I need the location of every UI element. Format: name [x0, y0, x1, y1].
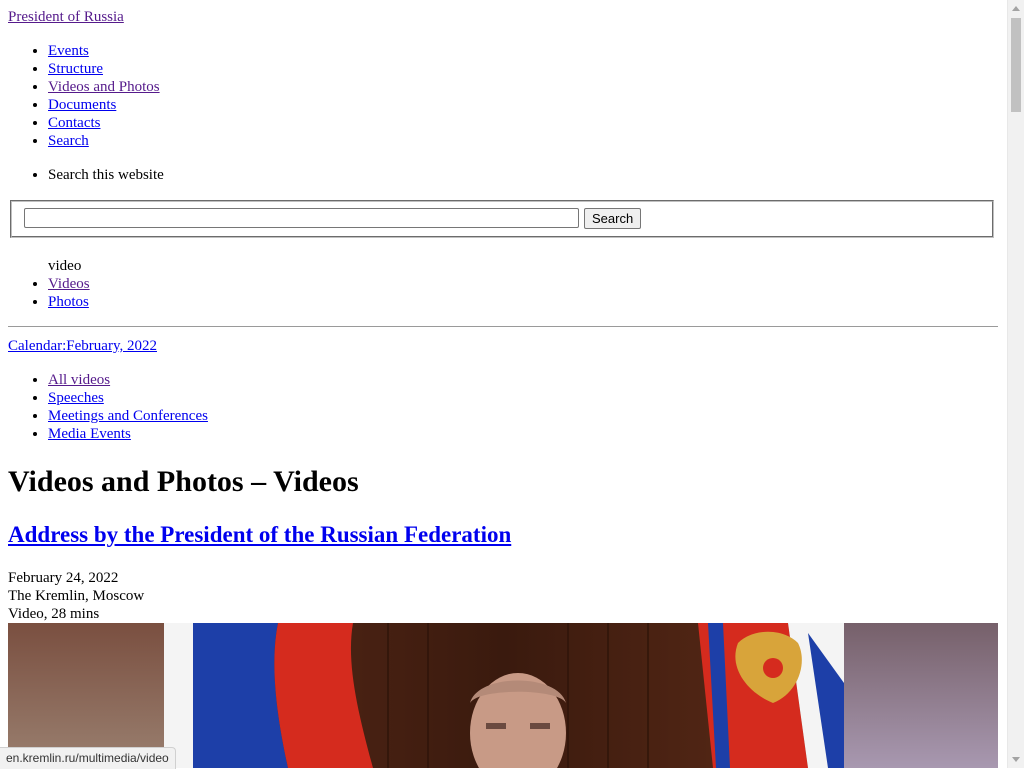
article-title-link[interactable]: Address by the President of the Russian …: [8, 522, 511, 547]
nav-item-structure: Structure: [48, 60, 160, 78]
article-title: Address by the President of the Russian …: [8, 519, 511, 551]
search-label: Search this website: [48, 166, 164, 184]
search-label-list: Search this website: [0, 166, 164, 184]
video-nav-link-meetings[interactable]: Meetings and Conferences: [48, 408, 208, 424]
video-nav-item-meetings: Meetings and Conferences: [48, 407, 208, 425]
nav-item-search: Search: [48, 132, 160, 150]
media-nav-link-photos[interactable]: Photos: [48, 294, 89, 310]
nav-link-structure[interactable]: Structure: [48, 61, 103, 77]
status-bar-url: en.kremlin.ru/multimedia/video: [0, 747, 176, 769]
video-category-navigation: All videos Speeches Meetings and Confere…: [0, 371, 208, 443]
nav-link-contacts[interactable]: Contacts: [48, 115, 101, 131]
nav-item-events: Events: [48, 42, 160, 60]
video-nav-item-all: All videos: [48, 371, 208, 389]
video-nav-link-media-events[interactable]: Media Events: [48, 426, 131, 442]
video-nav-link-speeches[interactable]: Speeches: [48, 390, 104, 406]
presidential-standard-icon: [698, 623, 844, 768]
nav-item-videos-photos: Videos and Photos: [48, 78, 160, 96]
video-nav-item-media-events: Media Events: [48, 425, 208, 443]
video-nav-link-all[interactable]: All videos: [48, 372, 110, 388]
letterbox-right: [844, 623, 998, 768]
section-label: video: [48, 258, 82, 274]
scroll-up-arrow-icon[interactable]: [1012, 6, 1020, 11]
calendar-link[interactable]: Calendar:February, 2022: [8, 337, 157, 355]
media-nav-item-photos: Photos: [48, 293, 90, 311]
search-button[interactable]: Search: [584, 208, 642, 229]
divider: [8, 326, 998, 327]
search-input[interactable]: [24, 208, 579, 228]
search-form: Search: [10, 200, 994, 238]
scrollbar-thumb[interactable]: [1011, 18, 1021, 112]
article-place: The Kremlin, Moscow: [8, 588, 145, 604]
nav-link-videos-photos[interactable]: Videos and Photos: [48, 79, 160, 95]
vertical-scrollbar[interactable]: [1007, 0, 1024, 768]
site-title-link[interactable]: President of Russia: [8, 8, 124, 26]
nav-link-search[interactable]: Search: [48, 133, 89, 149]
nav-item-documents: Documents: [48, 96, 160, 114]
scroll-down-arrow-icon[interactable]: [1012, 757, 1020, 762]
article-date: February 24, 2022: [8, 570, 119, 586]
video-nav-item-speeches: Speeches: [48, 389, 208, 407]
page-title: Videos and Photos – Videos: [8, 465, 359, 498]
media-nav-item-videos: Videos: [48, 275, 90, 293]
nav-link-documents[interactable]: Documents: [48, 97, 116, 113]
media-navigation: Videos Photos: [0, 275, 90, 311]
nav-link-events[interactable]: Events: [48, 43, 89, 59]
article-type: Video, 28 mins: [8, 606, 100, 622]
nav-item-contacts: Contacts: [48, 114, 160, 132]
main-navigation: Events Structure Videos and Photos Docum…: [0, 42, 160, 150]
media-nav-link-videos[interactable]: Videos: [48, 276, 90, 292]
russian-flag-icon: [164, 623, 373, 768]
